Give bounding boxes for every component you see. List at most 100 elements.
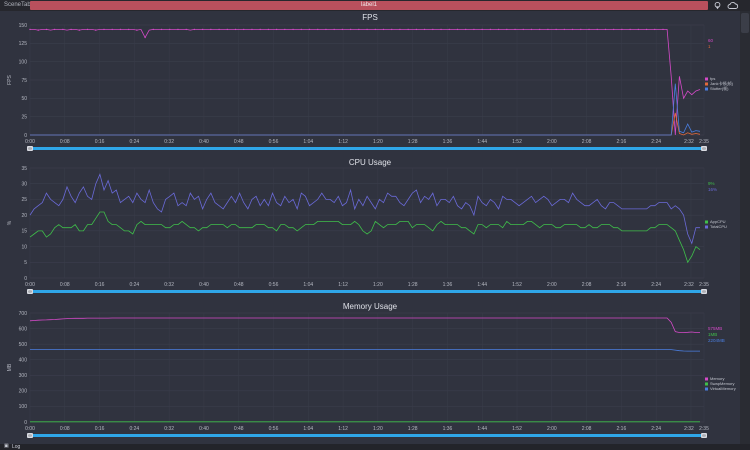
y-tick-label: 0 <box>24 133 27 139</box>
series-point <box>308 28 311 31</box>
series-point <box>465 28 467 31</box>
log-toggle-icon[interactable]: ▣ <box>4 443 9 449</box>
series-point <box>152 28 155 31</box>
y-tick-label: 20 <box>21 213 27 219</box>
x-tick-label: 0:48 <box>234 426 244 432</box>
y-tick-label: 25 <box>21 114 27 120</box>
series-point <box>78 29 81 31</box>
x-tick-label: 1:20 <box>373 426 383 432</box>
range-start-label: 00 <box>28 434 32 438</box>
x-tick-label: 0:40 <box>199 282 209 288</box>
top-bar: SceneTab label1 <box>0 0 750 11</box>
series-point <box>267 28 270 31</box>
cloud-icon[interactable] <box>727 1 739 10</box>
x-tick-label: 1:52 <box>512 139 522 145</box>
x-tick-label: 1:52 <box>512 282 522 288</box>
series-point <box>448 28 450 31</box>
x-tick-label: 1:04 <box>303 282 313 288</box>
chart-title: Memory Usage <box>343 302 398 311</box>
x-tick-label: 0:00 <box>25 426 35 432</box>
location-icon[interactable] <box>713 1 722 10</box>
x-tick-label: 0:00 <box>25 139 35 145</box>
y-tick-label: 300 <box>19 373 28 379</box>
x-tick-label: 0:24 <box>129 426 139 432</box>
x-tick-label: 1:44 <box>477 282 487 288</box>
series-line-0 <box>29 211 701 264</box>
series-point <box>95 29 97 31</box>
x-tick-label: 2:24 <box>651 139 661 145</box>
scrollbar-thumb[interactable] <box>741 13 749 33</box>
current-value-label: 60 <box>708 38 714 43</box>
x-tick-label: 0:32 <box>164 426 174 432</box>
x-tick-label: 0:16 <box>95 426 105 432</box>
x-tick-label: 2:32 <box>684 426 694 432</box>
series-point <box>645 28 648 31</box>
series-point <box>218 28 220 31</box>
series-point <box>654 28 656 31</box>
x-tick-label: 0:24 <box>129 139 139 145</box>
series-point <box>432 28 434 31</box>
y-tick-label: 200 <box>19 389 28 395</box>
series-point <box>662 28 664 31</box>
x-tick-label: 0:32 <box>164 139 174 145</box>
x-tick-label: 1:52 <box>512 426 522 432</box>
x-tick-label: 2:35 <box>699 426 709 432</box>
legend-swatch <box>705 382 708 386</box>
log-label[interactable]: Log <box>12 444 20 450</box>
y-tick-label: 30 <box>21 182 27 188</box>
x-tick-label: 0:56 <box>269 426 279 432</box>
current-value-label: 2204MB <box>708 338 725 343</box>
x-tick-label: 0:24 <box>129 282 139 288</box>
x-tick-label: 2:16 <box>617 282 627 288</box>
series-point <box>407 28 409 31</box>
series-point <box>456 28 459 31</box>
bottom-bar: ▣ Log <box>0 443 750 450</box>
series-point <box>177 28 179 31</box>
series-line-0 <box>30 28 701 136</box>
series-point <box>144 36 146 39</box>
series-point <box>160 28 163 31</box>
window-title-tab[interactable]: label1 <box>30 1 708 10</box>
series-point <box>382 28 385 31</box>
series-point <box>473 28 475 31</box>
y-tick-label: 75 <box>21 78 27 84</box>
series-point <box>251 28 253 31</box>
x-tick-label: 2:35 <box>699 139 709 145</box>
series-point <box>234 28 237 31</box>
series-point <box>522 28 524 31</box>
series-point <box>185 28 187 31</box>
y-tick-label: 500 <box>19 342 28 348</box>
scene-tab[interactable]: SceneTab <box>4 1 31 10</box>
y-tick-label: 600 <box>19 326 28 332</box>
current-value-label: 575MB <box>708 326 722 331</box>
y-axis-label: % <box>7 220 13 225</box>
y-axis-label: FPS <box>7 74 13 84</box>
vertical-scrollbar[interactable] <box>740 11 750 444</box>
y-tick-label: 5 <box>24 260 27 266</box>
series-point <box>349 28 352 31</box>
series-point <box>440 28 442 31</box>
y-tick-label: 125 <box>19 41 28 47</box>
series-point <box>489 28 492 31</box>
series-point <box>391 28 393 31</box>
x-tick-label: 1:28 <box>408 282 418 288</box>
x-tick-label: 1:28 <box>408 426 418 432</box>
current-value-label: 1 <box>708 44 711 49</box>
series-point <box>119 28 122 31</box>
series-point <box>210 28 212 31</box>
x-tick-label: 0:16 <box>95 282 105 288</box>
series-point <box>45 28 48 31</box>
series-point <box>621 28 623 31</box>
legend-label: TotalCPU <box>710 224 727 229</box>
range-slider-track <box>28 434 706 437</box>
x-tick-label: 0:40 <box>199 139 209 145</box>
current-value-label: 1MB <box>708 332 717 337</box>
x-tick-label: 1:12 <box>338 426 348 432</box>
y-tick-label: 15 <box>21 229 27 235</box>
legend-swatch <box>705 77 708 81</box>
series-point <box>538 28 541 31</box>
series-point <box>604 28 607 31</box>
legend-label: Stutter(帧) <box>710 85 729 91</box>
x-tick-label: 1:44 <box>477 426 487 432</box>
y-tick-label: 0 <box>24 420 27 426</box>
